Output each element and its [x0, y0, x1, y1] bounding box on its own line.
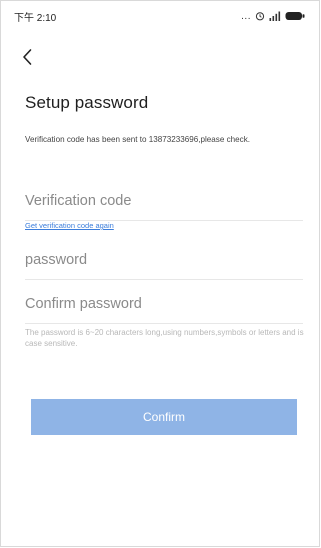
password-field — [25, 249, 303, 280]
password-rules-hint: The password is 6~20 characters long,usi… — [25, 328, 304, 348]
verification-code-field — [25, 190, 303, 221]
back-chevron-icon — [21, 48, 33, 71]
resend-code-link[interactable]: Get verification code again — [25, 221, 114, 230]
password-underline — [25, 279, 303, 280]
status-bar: 下午 2:10 ... — [1, 1, 319, 31]
confirm-password-underline — [25, 323, 303, 324]
verification-code-input[interactable] — [25, 190, 303, 212]
status-icons: ... — [241, 11, 305, 22]
confirm-password-field — [25, 293, 303, 324]
confirm-button[interactable]: Confirm — [31, 399, 297, 435]
battery-icon — [285, 11, 305, 21]
alarm-icon — [255, 11, 265, 21]
status-more-icon: ... — [241, 10, 251, 22]
password-input[interactable] — [25, 249, 303, 271]
phone-screen: 下午 2:10 ... Setup password Verification … — [0, 0, 320, 547]
confirm-password-input[interactable] — [25, 293, 303, 315]
page-title: Setup password — [25, 93, 149, 112]
back-button[interactable] — [15, 47, 39, 71]
status-time: 下午 2:10 — [14, 12, 57, 24]
signal-icon — [269, 11, 281, 21]
verification-sent-message: Verification code has been sent to 13873… — [25, 135, 250, 144]
